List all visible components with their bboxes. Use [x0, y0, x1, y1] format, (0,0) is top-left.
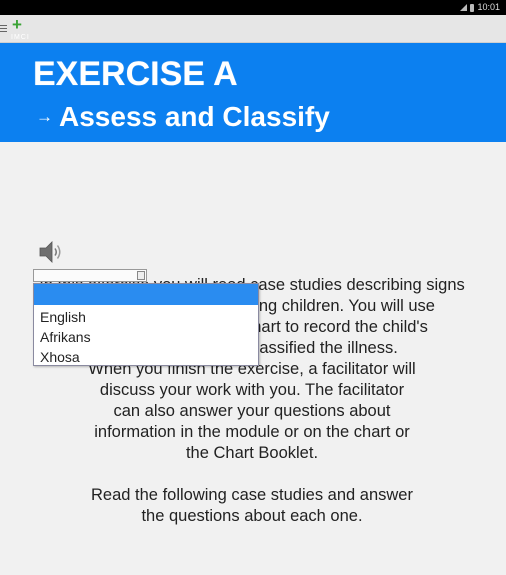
paragraph-line: the questions about each one. — [141, 507, 363, 525]
paragraph-line: information in the module or on the char… — [94, 423, 410, 441]
dropdown-option-english[interactable]: English — [34, 307, 258, 327]
speaker-icon[interactable] — [37, 239, 67, 265]
language-dropdown[interactable]: English Afrikans Xhosa — [33, 283, 259, 366]
page-title: EXERCISE A — [33, 55, 238, 93]
paragraph-line: Read the following case studies and answ… — [91, 486, 413, 504]
status-icons: 10:01 — [460, 2, 500, 13]
app-bar: + IMCI — [0, 15, 506, 43]
page-subtitle: → Assess and Classify — [36, 100, 330, 134]
signal-icon — [460, 4, 468, 11]
chevron-down-icon[interactable] — [137, 271, 145, 280]
instruction-paragraph: Read the following case studies and answ… — [38, 485, 466, 527]
battery-icon — [470, 3, 475, 12]
subtitle-text: Assess and Classify — [59, 101, 330, 132]
dropdown-option-blank[interactable] — [34, 284, 258, 305]
dropdown-option-afrikans[interactable]: Afrikans — [34, 327, 258, 347]
status-clock: 10:01 — [477, 2, 500, 12]
paragraph-line: the Chart Booklet. — [185, 444, 319, 462]
menu-icon[interactable] — [0, 25, 7, 33]
status-bar: 10:01 — [0, 0, 506, 15]
paragraph-line: can also answer your questions about — [113, 402, 391, 420]
arrow-right-icon: → — [36, 107, 53, 126]
paragraph-line: discuss your work with you. The facilita… — [99, 381, 405, 399]
dropdown-option-xhosa[interactable]: Xhosa — [34, 347, 258, 367]
app-logo: IMCI — [11, 34, 30, 41]
language-select[interactable] — [33, 269, 147, 282]
header-banner: EXERCISE A → Assess and Classify — [0, 43, 506, 142]
plus-icon[interactable]: + — [12, 16, 22, 33]
